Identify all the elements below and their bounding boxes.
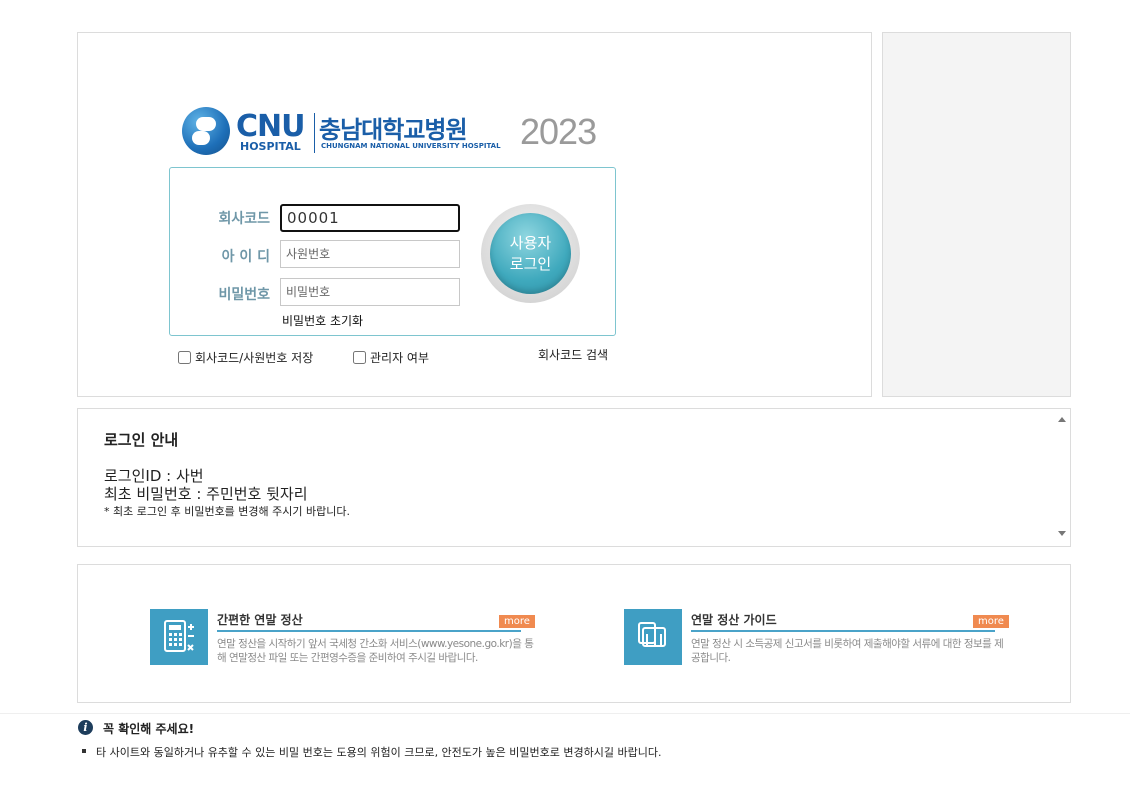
side-panel bbox=[882, 32, 1071, 397]
admin-label: 관리자 여부 bbox=[370, 351, 430, 365]
logo-korean-name: 충남대학교병원 bbox=[319, 116, 468, 144]
login-form: 회사코드 아 이 디 비밀번호 비밀번호 초기화 사용자 로그인 bbox=[169, 167, 616, 336]
admin-checkbox[interactable] bbox=[353, 351, 366, 364]
password-label: 비밀번호 bbox=[218, 287, 270, 303]
login-notice-panel: 로그인 안내 로그인ID : 사번 최초 비밀번호 : 주민번호 뒷자리 * 최… bbox=[77, 408, 1071, 547]
notice-title: 로그인 안내 bbox=[104, 431, 179, 449]
id-label: 아 이 디 bbox=[221, 249, 270, 265]
guide-divider bbox=[691, 630, 995, 632]
hospital-logo: CNU HOSPITAL 충남대학교병원 CHUNGNAM NATIONAL U… bbox=[182, 105, 612, 157]
footer-title: 꼭 확인해 주세요! bbox=[103, 722, 195, 736]
more-button[interactable]: more bbox=[499, 615, 535, 628]
logo-english-name: CHUNGNAM NATIONAL UNIVERSITY HOSPITAL bbox=[321, 142, 501, 150]
login-button-line1: 사용자 bbox=[509, 233, 552, 252]
logo-divider bbox=[314, 113, 315, 153]
more-button[interactable]: more bbox=[973, 615, 1009, 628]
password-input[interactable] bbox=[280, 278, 460, 306]
guide-divider bbox=[217, 630, 521, 632]
guide-description: 연말 정산 시 소득공제 신고서를 비롯하여 제출해야할 서류에 대한 정보를 … bbox=[691, 638, 1004, 664]
bullet-icon bbox=[82, 749, 86, 753]
footer-notice: i 꼭 확인해 주세요! 타 사이트와 동일하거나 유추할 수 있는 비밀 번호… bbox=[0, 713, 1130, 792]
footer-text: 타 사이트와 동일하거나 유추할 수 있는 비밀 번호는 도용의 위험이 크므로… bbox=[96, 746, 662, 759]
company-code-input[interactable] bbox=[280, 204, 460, 232]
scroll-up-arrow-icon[interactable] bbox=[1058, 417, 1066, 422]
reset-password-link[interactable]: 비밀번호 초기화 bbox=[282, 312, 363, 329]
guide-panel: 간편한 연말 정산 more 연말 정산을 시작하기 앞서 국세청 간소화 서비… bbox=[77, 564, 1071, 703]
user-login-button[interactable]: 사용자 로그인 bbox=[490, 213, 571, 294]
logo-cnu-text: CNU bbox=[236, 109, 305, 144]
notice-change-password: * 최초 로그인 후 비밀번호를 변경해 주시기 바랍니다. bbox=[104, 505, 350, 518]
guide-title: 간편한 연말 정산 bbox=[217, 613, 303, 627]
login-panel: CNU HOSPITAL 충남대학교병원 CHUNGNAM NATIONAL U… bbox=[77, 32, 872, 397]
save-credentials-checkbox[interactable] bbox=[178, 351, 191, 364]
login-button-line2: 로그인 bbox=[509, 254, 552, 273]
guide-card-simple-settlement[interactable]: 간편한 연말 정산 more 연말 정산을 시작하기 앞서 국세청 간소화 서비… bbox=[150, 609, 535, 669]
company-code-search-link[interactable]: 회사코드 검색 bbox=[538, 346, 608, 363]
save-credentials-option[interactable]: 회사코드/사원번호 저장 bbox=[178, 349, 313, 366]
save-credentials-label: 회사코드/사원번호 저장 bbox=[195, 351, 314, 365]
guide-title: 연말 정산 가이드 bbox=[691, 613, 777, 627]
employee-id-input[interactable] bbox=[280, 240, 460, 268]
guide-card-settlement-guide[interactable]: 연말 정산 가이드 more 연말 정산 시 소득공제 신고서를 비롯하여 제출… bbox=[624, 609, 1009, 669]
guide-description: 연말 정산을 시작하기 앞서 국세청 간소화 서비스(www.yesone.go… bbox=[217, 638, 534, 664]
hospital-emblem-icon bbox=[182, 107, 230, 155]
company-code-label: 회사코드 bbox=[218, 211, 270, 227]
scroll-down-arrow-icon[interactable] bbox=[1058, 531, 1066, 536]
book-icon bbox=[624, 609, 682, 665]
logo-hospital-text: HOSPITAL bbox=[240, 140, 301, 153]
calculator-icon bbox=[150, 609, 208, 665]
notice-initial-password: 최초 비밀번호 : 주민번호 뒷자리 bbox=[104, 485, 308, 503]
login-button-ring: 사용자 로그인 bbox=[481, 204, 580, 303]
admin-option[interactable]: 관리자 여부 bbox=[353, 349, 429, 366]
info-icon: i bbox=[78, 720, 93, 735]
logo-year: 2023 bbox=[520, 111, 597, 152]
